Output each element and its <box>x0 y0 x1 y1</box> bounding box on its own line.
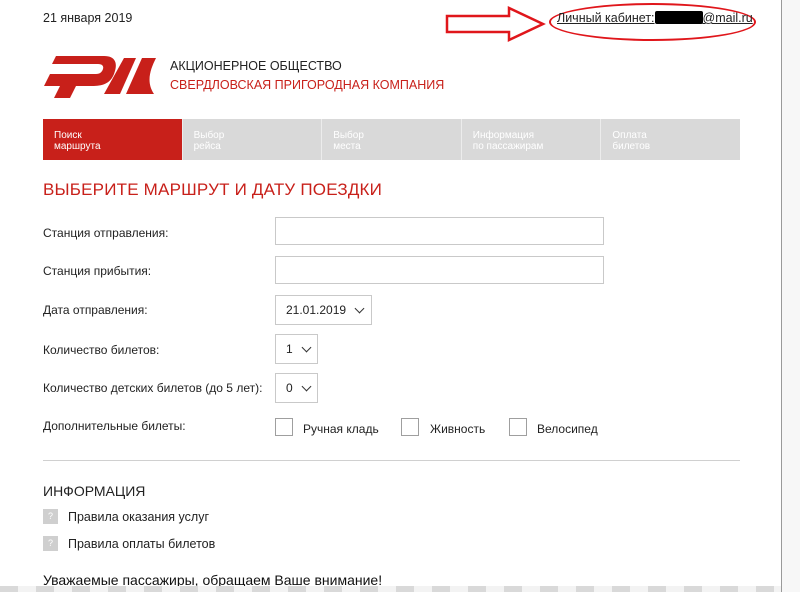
step-route-search[interactable]: Поиск маршрута <box>43 119 183 160</box>
date-select[interactable]: 21.01.2019 <box>275 295 372 325</box>
step-payment[interactable]: Оплата билетов <box>601 119 740 160</box>
step-label-line2: маршрута <box>54 141 101 152</box>
step-label-line1: Выбор <box>193 130 225 141</box>
date-value: 21.01.2019 <box>286 303 347 317</box>
current-date: 21 января 2019 <box>43 11 133 25</box>
step-label-line1: Выбор <box>333 130 364 141</box>
step-label-line1: Оплата <box>612 130 647 141</box>
hand-luggage-checkbox[interactable] <box>275 418 293 436</box>
redacted-block <box>654 11 703 24</box>
scrollbar-area[interactable] <box>782 0 800 592</box>
departure-station-input[interactable] <box>275 217 604 245</box>
child-tickets-label: Количество детских билетов (до 5 лет): <box>43 381 263 395</box>
step-label-line2: по пассажирам <box>472 141 544 152</box>
question-icon: ? <box>43 536 58 551</box>
info-title: ИНФОРМАЦИЯ <box>43 483 146 499</box>
extra-tickets-label: Дополнительные билеты: <box>43 419 186 433</box>
chevron-down-icon <box>301 381 312 391</box>
annotation-arrow-icon <box>445 6 546 42</box>
arrival-label: Станция прибытия: <box>43 264 152 278</box>
step-label-line1: Информация <box>472 130 535 141</box>
tickets-value: 1 <box>286 342 293 356</box>
step-passenger-info[interactable]: Информация по пассажирам <box>461 119 602 160</box>
question-icon: ? <box>43 509 58 524</box>
animals-label: Живность <box>430 422 486 436</box>
personal-cabinet-link[interactable]: Личный кабинет: @mail.ru <box>557 11 753 25</box>
cabinet-prefix: Личный кабинет: <box>557 11 655 25</box>
company-name: СВЕРДЛОВСКАЯ ПРИГОРОДНАЯ КОМПАНИЯ <box>170 78 445 92</box>
child-tickets-select[interactable]: 0 <box>275 373 318 403</box>
child-tickets-value: 0 <box>286 381 293 395</box>
company-type: АКЦИОНЕРНОЕ ОБЩЕСТВО <box>170 59 342 73</box>
hand-luggage-label: Ручная кладь <box>303 422 379 436</box>
departure-label: Станция отправления: <box>43 226 169 240</box>
bicycle-label: Велосипед <box>537 422 598 436</box>
step-label-line2: билетов <box>612 141 651 152</box>
step-label-line2: места <box>333 141 361 152</box>
chevron-down-icon <box>354 303 365 313</box>
chevron-down-icon <box>301 342 312 352</box>
arrival-station-input[interactable] <box>275 256 604 284</box>
date-label: Дата отправления: <box>43 303 148 317</box>
form-title: ВЫБЕРИТЕ МАРШРУТ И ДАТУ ПОЕЗДКИ <box>43 180 383 199</box>
service-rules-link[interactable]: Правила оказания услуг <box>68 510 209 524</box>
animals-checkbox[interactable] <box>401 418 419 436</box>
booking-steps: Поиск маршрута Выбор рейса Выбор места И… <box>43 119 740 160</box>
cabinet-suffix: @mail.ru <box>702 11 753 25</box>
bicycle-checkbox[interactable] <box>509 418 527 436</box>
section-divider <box>43 460 740 461</box>
rzd-logo[interactable] <box>42 50 157 102</box>
tickets-count-select[interactable]: 1 <box>275 334 318 364</box>
step-label-line2: рейса <box>193 141 221 152</box>
step-seat-select[interactable]: Выбор места <box>322 119 462 160</box>
step-trip-select[interactable]: Выбор рейса <box>182 119 323 160</box>
step-label-line1: Поиск <box>54 130 82 141</box>
payment-rules-link[interactable]: Правила оплаты билетов <box>68 537 215 551</box>
bottom-scroll-strip <box>0 586 781 592</box>
tickets-label: Количество билетов: <box>43 343 160 357</box>
